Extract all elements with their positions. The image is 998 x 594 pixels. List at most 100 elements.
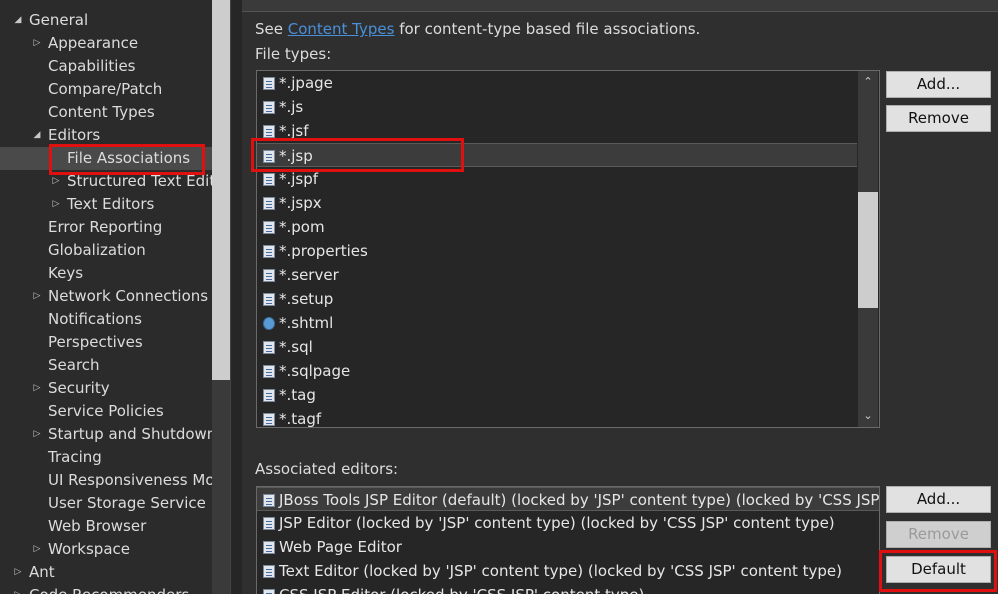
file-type-row[interactable]: *.shtml [257, 311, 857, 335]
file-type-row[interactable]: *.jpage [257, 71, 857, 95]
associated-editors-list[interactable]: JBoss Tools JSP Editor (default) (locked… [256, 486, 880, 594]
tree-item-label: User Storage Service [48, 494, 206, 512]
tree-item-compare-patch[interactable]: Compare/Patch [0, 78, 212, 101]
file-types-scrollbar-thumb[interactable] [858, 192, 878, 308]
css-jsp-editor-icon [263, 589, 275, 594]
sash-divider[interactable] [230, 0, 242, 594]
tree-item-label: Workspace [48, 540, 130, 558]
tree-item-globalization[interactable]: Globalization [0, 239, 212, 262]
file-type-row[interactable]: *.sql [257, 335, 857, 359]
tree-item-label: Compare/Patch [48, 80, 163, 98]
editor-row[interactable]: CSS JSP Editor (locked by 'CSS JSP' cont… [257, 583, 879, 594]
tree-scrollbar-thumb[interactable] [212, 0, 230, 380]
file-type-row[interactable]: *.sqlpage [257, 359, 857, 383]
maven-file-icon [263, 221, 275, 234]
file-type-row[interactable]: *.jspx [257, 191, 857, 215]
jsp-file-icon [263, 197, 275, 210]
scroll-up-arrow-icon[interactable]: ⌃ [858, 72, 878, 92]
collapsed-arrow-icon[interactable]: ▷ [51, 193, 61, 216]
file-types-list[interactable]: *.jpage *.js *.jsf *.jsp *.jspf *.jspx *.pom *.… [256, 70, 880, 428]
tree-item-label: Web Browser [48, 517, 147, 535]
editor-add-button[interactable]: Add... [886, 486, 991, 513]
tree-item-security[interactable]: ▷ Security [0, 377, 212, 400]
tree-item-editors[interactable]: ◢ Editors [0, 124, 212, 147]
tree-item-general[interactable]: ◢ General [0, 9, 212, 32]
scroll-down-arrow-icon[interactable]: ⌄ [858, 406, 878, 426]
jsp-file-icon [263, 173, 275, 186]
collapsed-arrow-icon[interactable]: ▷ [13, 561, 23, 584]
tree-item-network-connections[interactable]: ▷ Network Connections [0, 285, 212, 308]
tree-item-text-editors[interactable]: ▷ Text Editors [0, 193, 212, 216]
tree-item-ant[interactable]: ▷ Ant [0, 561, 212, 584]
tree-item-search[interactable]: Search [0, 354, 212, 377]
file-type-row[interactable]: *.properties [257, 239, 857, 263]
file-type-row[interactable]: *.tag [257, 383, 857, 407]
file-type-row[interactable]: *.server [257, 263, 857, 287]
file-type-row[interactable]: *.setup [257, 287, 857, 311]
file-type-row[interactable]: *.jspf [257, 167, 857, 191]
file-type-row[interactable]: *.jsf [257, 119, 857, 143]
file-type-label: *.jsf [279, 122, 309, 140]
tree-item-file-associations[interactable]: File Associations [0, 147, 212, 170]
editor-row[interactable]: JSP Editor (locked by 'JSP' content type… [257, 511, 879, 535]
tree-item-user-storage-service[interactable]: User Storage Service [0, 492, 212, 515]
tree-item-label: File Associations [67, 149, 191, 167]
tree-item-workspace[interactable]: ▷ Workspace [0, 538, 212, 561]
tree-item-content-types[interactable]: Content Types [0, 101, 212, 124]
content-types-link[interactable]: Content Types [288, 20, 395, 38]
tree-item-label: Keys [48, 264, 84, 282]
collapsed-arrow-icon[interactable]: ▷ [32, 423, 42, 446]
collapsed-arrow-icon[interactable]: ▷ [13, 584, 23, 594]
tree-item-web-browser[interactable]: Web Browser [0, 515, 212, 538]
file-type-remove-button[interactable]: Remove [886, 105, 991, 132]
expanded-arrow-icon[interactable]: ◢ [32, 124, 42, 147]
file-type-label: *.tagf [279, 410, 322, 428]
tree-item-code-recommenders[interactable]: ▷ Code Recommenders [0, 584, 212, 594]
intro-suffix: for content-type based file associations… [394, 20, 701, 38]
file-icon [263, 517, 275, 530]
tree-item-tracing[interactable]: Tracing [0, 446, 212, 469]
tree-item-perspectives[interactable]: Perspectives [0, 331, 212, 354]
editor-default-button[interactable]: Default [886, 556, 991, 583]
collapsed-arrow-icon[interactable]: ▷ [32, 377, 42, 400]
tree-item-appearance[interactable]: ▷ Appearance [0, 32, 212, 55]
collapsed-arrow-icon[interactable]: ▷ [32, 32, 42, 55]
collapsed-arrow-icon[interactable]: ▷ [32, 538, 42, 561]
server-file-icon [263, 269, 275, 282]
collapsed-arrow-icon[interactable]: ▷ [32, 285, 42, 308]
collapsed-arrow-icon[interactable]: ▷ [51, 170, 61, 193]
file-type-row[interactable]: *.js [257, 95, 857, 119]
tree-item-label: Structured Text Editors [67, 172, 232, 190]
tree-item-structured-text-editors[interactable]: ▷ Structured Text Editors [0, 170, 232, 193]
jsp-file-icon [263, 413, 275, 426]
tree-item-capabilities[interactable]: Capabilities [0, 55, 212, 78]
file-type-row[interactable]: *.jsp [257, 143, 857, 167]
editor-label: CSS JSP Editor (locked by 'CSS JSP' cont… [279, 583, 644, 594]
tree-item-keys[interactable]: Keys [0, 262, 212, 285]
file-type-row[interactable]: *.pom [257, 215, 857, 239]
editor-row[interactable]: JBoss Tools JSP Editor (default) (locked… [257, 487, 879, 511]
expanded-arrow-icon[interactable]: ◢ [13, 9, 23, 32]
editor-label: JBoss Tools JSP Editor (default) (locked… [279, 491, 880, 509]
tree-item-startup-and-shutdown[interactable]: ▷ Startup and Shutdown [0, 423, 217, 446]
editor-remove-button[interactable]: Remove [886, 521, 991, 548]
file-type-add-button[interactable]: Add... [886, 71, 991, 98]
file-type-row[interactable]: *.tagf [257, 407, 857, 428]
file-type-label: *.js [279, 98, 304, 116]
intro-prefix: See [255, 20, 288, 38]
file-type-label: *.jspx [279, 194, 322, 212]
tree-item-error-reporting[interactable]: Error Reporting [0, 216, 212, 239]
editor-row[interactable]: Text Editor (locked by 'JSP' content typ… [257, 559, 879, 583]
tree-item-notifications[interactable]: Notifications [0, 308, 212, 331]
tree-item-label: Tracing [48, 448, 102, 466]
editor-row[interactable]: Web Page Editor [257, 535, 879, 559]
tree-item-label: Code Recommenders [29, 584, 189, 594]
tree-item-ui-responsiveness-monitoring[interactable]: UI Responsiveness Monitoring [0, 469, 232, 492]
file-type-label: *.setup [279, 290, 334, 308]
tree-item-service-policies[interactable]: Service Policies [0, 400, 212, 423]
tree-item-label: Content Types [48, 103, 155, 121]
